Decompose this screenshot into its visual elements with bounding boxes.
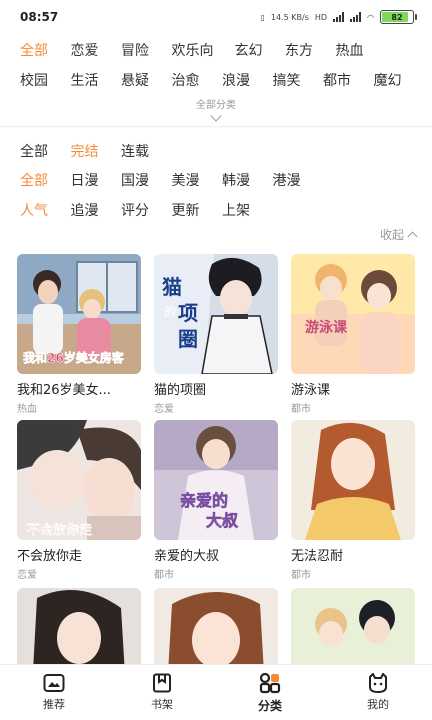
divider: [0, 126, 432, 127]
signal-icon: [333, 12, 345, 22]
cover-title-text: 项: [178, 301, 198, 325]
comic-card[interactable]: 不会放你走 不会放你走 恋爱: [17, 420, 141, 581]
comic-title[interactable]: 亲爱的大叔: [154, 545, 278, 564]
comic-cover[interactable]: 游泳课: [291, 254, 415, 374]
region-japan[interactable]: 日漫: [71, 170, 122, 190]
genre-healing[interactable]: 治愈: [172, 70, 223, 90]
genre-life[interactable]: 生活: [71, 70, 122, 90]
battery-level: 82: [391, 12, 403, 22]
genre-mystery[interactable]: 悬疑: [121, 70, 172, 90]
comic-tag: 都市: [291, 570, 311, 581]
sort-updated[interactable]: 更新: [172, 200, 223, 220]
comic-cover[interactable]: 我和26岁美女房客: [17, 254, 141, 374]
genre-funny[interactable]: 搞笑: [273, 70, 324, 90]
genre-action[interactable]: 热血: [336, 40, 387, 60]
all-categories-toggle[interactable]: 全部分类: [0, 96, 432, 122]
sort-new[interactable]: 上架: [222, 200, 273, 220]
comic-card[interactable]: 无法忍耐 都市: [291, 420, 415, 581]
genre-all[interactable]: 全部: [20, 40, 71, 60]
bookshelf-icon: [153, 673, 171, 693]
status-filter-row: 全部 完结 连载: [20, 141, 172, 161]
comic-title[interactable]: 无法忍耐: [291, 545, 415, 564]
region-all[interactable]: 全部: [20, 170, 71, 190]
comic-cover[interactable]: 亲爱的 大叔: [154, 420, 278, 540]
comic-tag: 恋爱: [17, 570, 37, 581]
wifi-icon: ◠: [367, 12, 374, 22]
profile-icon: [369, 673, 387, 693]
region-china[interactable]: 国漫: [121, 170, 172, 190]
genre-comedy[interactable]: 欢乐向: [172, 40, 235, 60]
tab-mine[interactable]: 我的: [324, 665, 432, 720]
comic-card[interactable]: 亲爱的 大叔 亲爱的大叔 都市: [154, 420, 278, 581]
recommend-icon: [43, 674, 65, 692]
sort-rating[interactable]: 评分: [121, 200, 172, 220]
status-bar: 08:57 ▯ 14.5 KB/s HD ◠ 82: [0, 0, 432, 34]
network-speed: 14.5 KB/s: [270, 12, 309, 22]
region-hk[interactable]: 港漫: [273, 170, 324, 190]
status-all[interactable]: 全部: [20, 141, 71, 161]
cover-title-text: 的: [164, 304, 176, 319]
tab-label: 分类: [257, 698, 282, 713]
comic-cover[interactable]: 猫 的 项 圈: [154, 254, 278, 374]
bottom-tab-bar: 推荐 书架 分类 我的: [0, 664, 432, 720]
genre-row-2: 校园 生活 悬疑 治愈 浪漫 搞笑 都市 魔幻: [20, 70, 424, 90]
tab-label: 我的: [367, 698, 389, 711]
cover-title-text: 游泳课: [305, 319, 348, 336]
genre-urban[interactable]: 都市: [323, 70, 374, 90]
cover-title-text: 不会放你走: [27, 522, 93, 538]
status-time: 08:57: [20, 10, 59, 24]
sort-popular[interactable]: 人气: [20, 200, 71, 220]
genre-adventure[interactable]: 冒险: [121, 40, 172, 60]
genre-fantasy[interactable]: 玄幻: [235, 40, 286, 60]
comic-title[interactable]: 我和26岁美女...: [17, 379, 141, 398]
hd-icon: HD: [314, 12, 328, 22]
region-us[interactable]: 美漫: [172, 170, 223, 190]
chevron-up-icon: [407, 231, 418, 242]
genre-romance[interactable]: 恋爱: [71, 40, 122, 60]
comic-title[interactable]: 游泳课: [291, 379, 415, 398]
comic-tag: 恋爱: [154, 404, 174, 415]
category-icon: [259, 672, 281, 693]
comic-cover[interactable]: [291, 420, 415, 540]
status-completed[interactable]: 完结: [71, 141, 122, 161]
cover-title-text: 我和26岁美女房客: [23, 350, 125, 365]
comic-tag: 都市: [291, 404, 311, 415]
comic-card[interactable]: 我和26岁美女房客 我和26岁美女... 热血: [17, 254, 141, 415]
chevron-down-icon: [210, 110, 222, 122]
tab-bookshelf[interactable]: 书架: [108, 665, 216, 720]
tab-recommend[interactable]: 推荐: [0, 665, 108, 720]
battery-icon: 82: [380, 10, 417, 24]
comic-card[interactable]: 猫 的 项 圈 猫的项圈 恋爱: [154, 254, 278, 415]
cover-title-text: 圈: [178, 327, 198, 351]
comic-title[interactable]: 不会放你走: [17, 545, 141, 564]
cover-title-text: 亲爱的: [180, 491, 228, 510]
comic-card[interactable]: 游泳课 游泳课 都市: [291, 254, 415, 415]
collapse-button[interactable]: 收起: [379, 226, 418, 243]
status-ongoing[interactable]: 连载: [121, 141, 172, 161]
vibrate-icon: ▯: [260, 12, 265, 22]
cover-title-text: 大叔: [206, 511, 239, 530]
region-filter-row: 全部 日漫 国漫 美漫 韩漫 港漫: [20, 170, 323, 190]
sort-filter-row: 人气 追漫 评分 更新 上架: [20, 200, 273, 220]
genre-eastern[interactable]: 东方: [285, 40, 336, 60]
comic-title[interactable]: 猫的项圈: [154, 379, 278, 398]
collapse-label: 收起: [379, 228, 404, 242]
region-korea[interactable]: 韩漫: [222, 170, 273, 190]
genre-row-1: 全部 恋爱 冒险 欢乐向 玄幻 东方 热血: [20, 40, 386, 60]
tab-category[interactable]: 分类: [216, 665, 324, 720]
comic-tag: 都市: [154, 570, 174, 581]
tab-label: 书架: [151, 698, 173, 711]
cover-title-text: 猫: [162, 275, 182, 299]
comic-cover[interactable]: 不会放你走: [17, 420, 141, 540]
sort-following[interactable]: 追漫: [71, 200, 122, 220]
genre-romantic[interactable]: 浪漫: [222, 70, 273, 90]
signal-icon-2: [350, 12, 362, 22]
status-icons: ▯ 14.5 KB/s HD ◠ 82: [260, 10, 417, 24]
genre-magic[interactable]: 魔幻: [374, 70, 425, 90]
tab-label: 推荐: [43, 698, 65, 711]
comic-tag: 热血: [17, 404, 37, 415]
genre-school[interactable]: 校园: [20, 70, 71, 90]
